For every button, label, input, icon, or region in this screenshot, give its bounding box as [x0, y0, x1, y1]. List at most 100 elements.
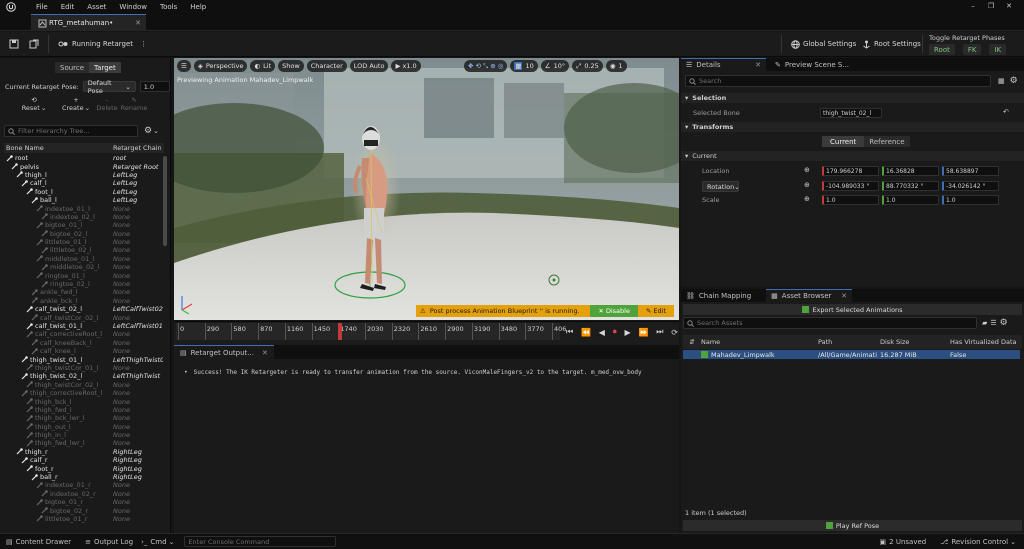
output-log-button[interactable]: ≡ Output Log — [85, 538, 133, 546]
show-button[interactable]: Show — [278, 60, 304, 72]
tree-row[interactable]: littletoe_02_l None — [4, 246, 164, 254]
phase-root-toggle[interactable]: Root — [929, 44, 955, 55]
preview-scene-tab[interactable]: ✎ Preview Scene S... — [770, 58, 854, 71]
tree-row[interactable]: thigh_twist_02_l LeftThighTwist — [4, 372, 164, 380]
tree-row[interactable]: littletoe_01_l None — [4, 238, 164, 246]
tree-row[interactable]: ball_l LeftLeg — [4, 196, 164, 204]
console-command-input[interactable]: Enter Console Command — [184, 536, 337, 547]
column-retarget-chain[interactable]: Retarget Chain — [113, 144, 163, 152]
tree-row[interactable]: bigtoe_01_r None — [4, 498, 164, 506]
play-reverse-icon[interactable]: ◀ — [599, 328, 605, 337]
viewport-menu-button[interactable]: ☰ — [177, 60, 191, 72]
cmd-dropdown[interactable]: ›_ Cmd ⌄ — [141, 538, 174, 546]
tree-row[interactable]: indextoe_01_l None — [4, 204, 164, 213]
column-has-virtualized-data[interactable]: Has Virtualized Data — [950, 338, 1017, 346]
transforms-section-header[interactable]: ▾ Transforms — [681, 122, 1024, 132]
phase-ik-toggle[interactable]: IK — [989, 44, 1007, 55]
export-selected-animations-button[interactable]: Export Selected Animations — [683, 304, 1022, 315]
scale-snap-button[interactable]: ⤢ 0.25 — [572, 60, 603, 72]
tab-close-icon[interactable]: ✕ — [755, 61, 761, 69]
settings-gear-icon[interactable]: ⚙ — [1000, 318, 1008, 328]
folder-icon[interactable]: ▰ — [982, 319, 987, 327]
tree-row[interactable]: calf_kneeBack_l None — [4, 339, 164, 347]
location-z-field[interactable]: 58.638897 — [942, 166, 999, 176]
tree-row[interactable]: thigh_correctiveRoot_l None — [4, 389, 164, 397]
column-disk-size[interactable]: Disk Size — [880, 338, 950, 346]
perspective-button[interactable]: ◈ Perspective — [193, 60, 248, 72]
skip-start-icon[interactable]: ⏮ — [566, 327, 573, 337]
tree-row[interactable]: thigh_fwd_lwr_l None — [4, 439, 164, 447]
location-x-field[interactable]: 179.966278 — [822, 166, 879, 176]
tree-row[interactable]: ringtoe_01_l None — [4, 271, 164, 280]
location-y-field[interactable]: 16.36828 — [882, 166, 939, 176]
details-search-input[interactable]: Search — [685, 75, 991, 87]
tree-row[interactable]: thigh_r RightLeg — [4, 448, 164, 456]
tree-row[interactable]: littletoe_01_r None — [4, 515, 164, 523]
reset-button[interactable]: ⟲ Reset ⌄ — [18, 96, 50, 112]
settings-gear-icon[interactable]: ⚙ — [144, 126, 152, 136]
browse-asset-icon[interactable] — [24, 35, 44, 53]
menu-file[interactable]: File — [36, 3, 48, 11]
rotation-z-field[interactable]: -34.026142 ° — [942, 181, 999, 191]
retarget-pose-scale-field[interactable]: 1.0 — [139, 81, 170, 92]
character-button[interactable]: Character — [306, 60, 347, 72]
tree-row[interactable]: indextoe_02_l None — [4, 213, 164, 221]
timeline-playhead[interactable] — [338, 323, 343, 340]
close-icon[interactable]: ✕ — [1000, 2, 1018, 10]
tree-row[interactable]: ringtoe_02_l None — [4, 280, 164, 288]
tab-close-icon[interactable]: ✕ — [841, 292, 847, 300]
menu-edit[interactable]: Edit — [61, 3, 75, 11]
column-bone-name[interactable]: Bone Name — [4, 144, 113, 152]
tree-row[interactable]: thigh_in_l None — [4, 431, 164, 439]
tree-scrollbar[interactable] — [163, 156, 167, 246]
tree-row[interactable]: thigh_out_l None — [4, 423, 164, 431]
tree-row[interactable]: ankle_fwd_l None — [4, 288, 164, 296]
settings-gear-icon[interactable]: ⚙ — [1010, 76, 1018, 86]
grid-snap-button[interactable]: ▦ 10 — [510, 60, 538, 72]
retarget-pose-dropdown[interactable]: Default Pose ⌄ — [82, 79, 136, 95]
rotation-snap-button[interactable]: ∠ 10° — [540, 60, 570, 72]
tree-row[interactable]: thigh_l LeftLeg — [4, 171, 164, 179]
restore-icon[interactable]: ❐ — [982, 2, 1000, 10]
tree-row[interactable]: middletoe_01_l None — [4, 255, 164, 263]
property-matrix-icon[interactable]: ▦ — [998, 77, 1005, 85]
tree-row[interactable]: foot_r RightLeg — [4, 464, 164, 473]
selection-section-header[interactable]: ▾ Selection — [681, 93, 1024, 103]
scale-z-field[interactable]: 1.0 — [942, 195, 999, 205]
root-settings-button[interactable]: Root Settings — [857, 35, 926, 53]
tree-row[interactable]: ankle_bck_l None — [4, 297, 164, 305]
content-drawer-button[interactable]: ▤ Content Drawer — [6, 538, 71, 546]
skip-end-icon[interactable]: ⏭ — [656, 327, 663, 337]
tree-row[interactable]: calf_twist_01_l LeftCalfTwist01 — [4, 322, 164, 330]
rotation-y-field[interactable]: 88.770332 ° — [882, 181, 939, 191]
revision-control-button[interactable]: ⎇ Revision Control ⌄ — [940, 538, 1016, 546]
tree-row[interactable]: thigh_twistCor_02_l None — [4, 381, 164, 389]
menu-asset[interactable]: Asset — [87, 3, 106, 11]
current-transform-tab[interactable]: Current — [822, 136, 865, 147]
tree-row[interactable]: bigtoe_02_r None — [4, 506, 164, 515]
rotation-mode-dropdown[interactable]: Rotation ⌄ — [702, 181, 740, 192]
document-tab[interactable]: RTG_metahuman• ✕ — [31, 14, 146, 31]
play-rate-button[interactable]: ▶ x1.0 — [391, 60, 421, 72]
current-section-header[interactable]: ▾ Current — [681, 151, 1024, 161]
record-icon[interactable]: ⏺ — [613, 327, 617, 337]
unsaved-button[interactable]: ▣ 2 Unsaved — [880, 538, 927, 546]
column-path[interactable]: Path — [818, 338, 880, 346]
play-ref-pose-button[interactable]: Play Ref Pose — [683, 520, 1022, 531]
minimize-icon[interactable]: – — [964, 2, 982, 10]
play-icon[interactable]: ▶ — [625, 328, 631, 337]
column-name[interactable]: Name — [701, 338, 818, 346]
step-back-icon[interactable]: ⏪ — [581, 328, 591, 337]
tree-row[interactable]: thigh_bck_l None — [4, 397, 164, 406]
filter-icon[interactable]: ☰ — [990, 319, 996, 327]
reset-arrow-icon[interactable]: ↶ — [1003, 108, 1009, 116]
tree-row[interactable]: calf_twist_02_l LeftCalfTwist02 — [4, 305, 164, 313]
tab-close-icon[interactable]: ✕ — [135, 19, 141, 27]
world-space-icon[interactable]: ⊕ — [804, 181, 810, 189]
save-icon[interactable] — [4, 35, 24, 53]
asset-browser-tab[interactable]: ▦ Asset Browser ✕ — [766, 289, 853, 302]
table-row[interactable]: Mahadev_Limpwalk /All/Game/Animati 16.28… — [683, 350, 1020, 359]
reference-transform-tab[interactable]: Reference — [864, 136, 910, 147]
tab-source[interactable]: Source — [55, 62, 90, 73]
tree-row[interactable]: foot_l LeftLeg — [4, 188, 164, 196]
